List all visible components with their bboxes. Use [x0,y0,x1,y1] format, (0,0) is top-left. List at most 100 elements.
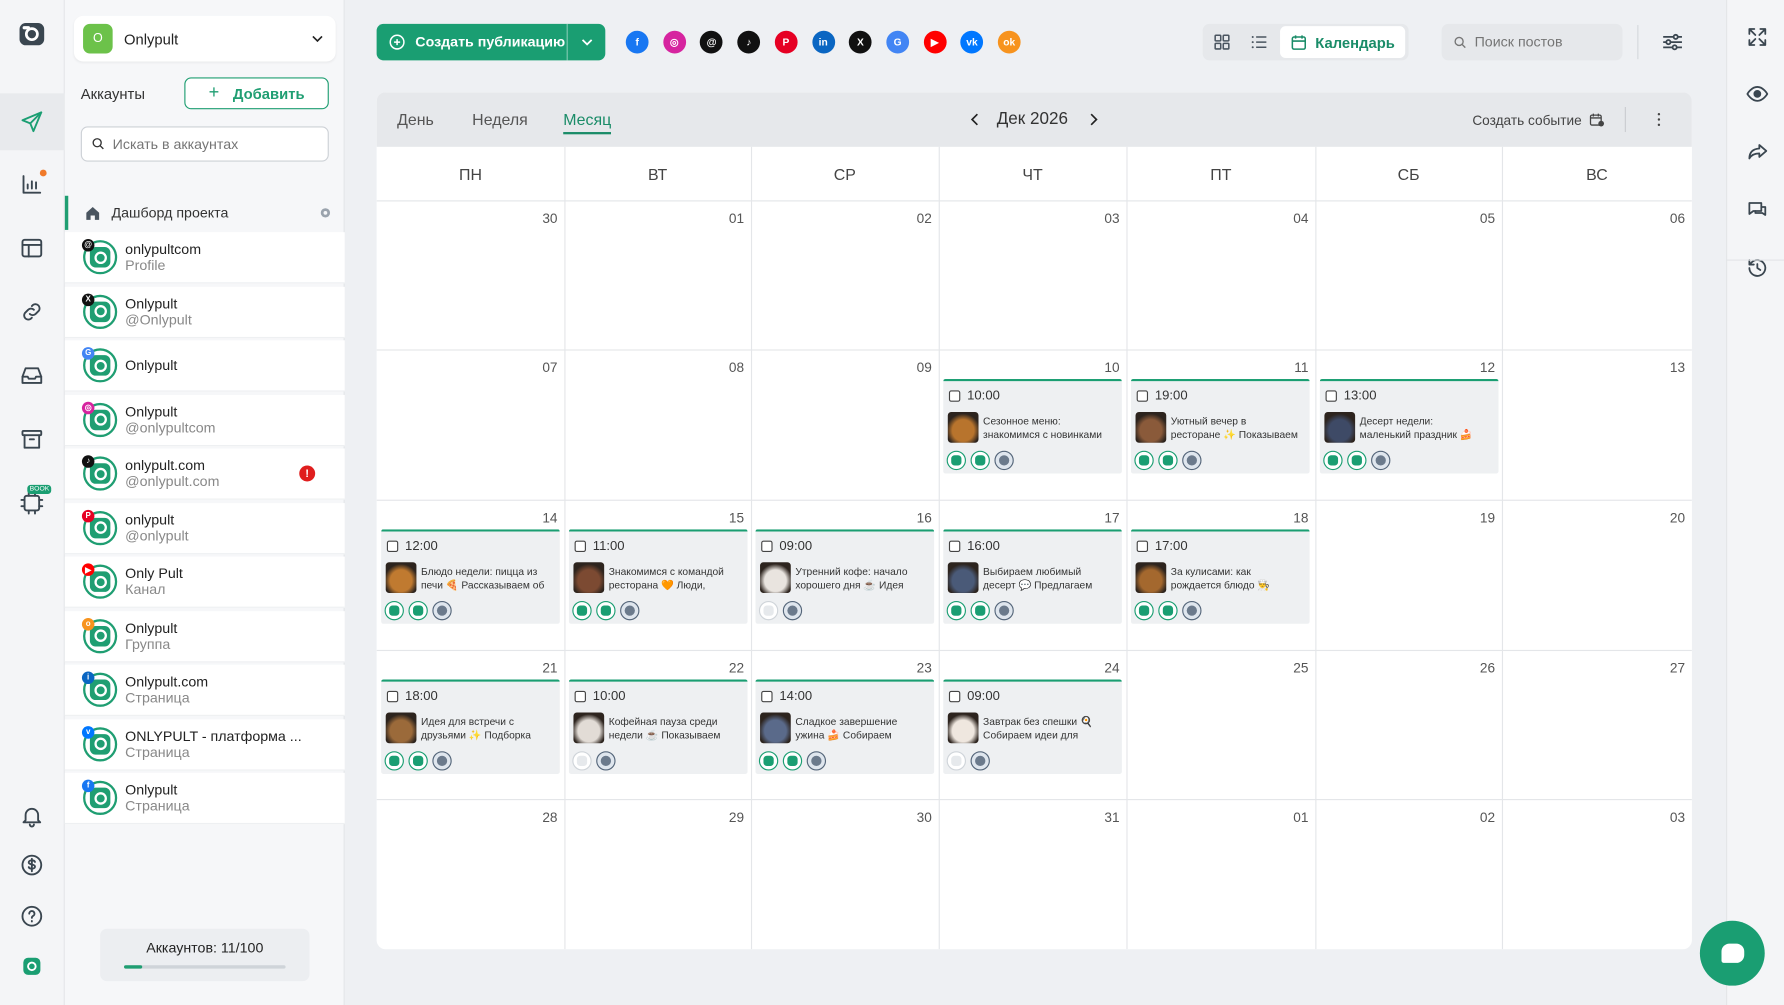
youtube-icon[interactable]: ▶ [923,30,947,54]
expand-icon[interactable] [1742,22,1772,52]
link-icon[interactable] [16,296,48,328]
bell-icon[interactable] [16,800,48,832]
share-icon[interactable] [1742,137,1772,167]
post-card[interactable]: 16:00 Выбираем любимый десерт 💬 Предлагае… [943,529,1122,624]
post-card[interactable]: 09:00 Завтрак без спешки 🍳 Собираем идеи … [943,679,1122,774]
post-account-icons [946,600,1014,621]
layout-icon[interactable] [16,232,48,264]
create-event-button[interactable]: Создать событие [1472,112,1605,129]
account-search-input[interactable] [112,136,318,152]
post-checkbox[interactable] [761,540,773,553]
chevron-down-icon [581,39,592,46]
x-icon[interactable]: X [849,30,872,54]
post-checkbox[interactable] [574,540,586,553]
post-account-icons [572,751,616,771]
help-icon[interactable] [16,900,48,932]
list-view-icon[interactable] [1249,32,1269,52]
post-card[interactable]: 10:00 Сезонное меню: знакомимся с новинка… [943,379,1122,474]
account-warning-icon[interactable]: ! [299,465,316,482]
more-vertical-icon[interactable] [1650,110,1668,128]
post-card[interactable]: 14:00 Сладкое завершение ужина 🍰 Собираем… [755,679,935,774]
calendar-view-button[interactable]: Календарь [1280,26,1406,59]
post-checkbox[interactable] [1325,390,1337,402]
stats-icon[interactable] [16,168,48,200]
post-checkbox[interactable] [761,690,773,703]
post-checkbox[interactable] [1136,540,1149,553]
post-checkbox[interactable] [1136,390,1149,402]
account-item[interactable]: ▶ Only Pult Канал [64,556,345,608]
inbox-icon[interactable] [16,360,48,392]
post-checkbox[interactable] [386,690,399,703]
account-item[interactable]: @ onlypultcom Profile [64,232,345,284]
post-card[interactable]: 10:00 Кофейная пауза среди недели ☕ Показ… [568,679,748,774]
account-owl-icon [1182,450,1202,471]
post-card[interactable]: 19:00 Уютный вечер в ресторане ✨ Показыва… [1130,379,1310,474]
post-search-input[interactable] [1474,34,1617,51]
prev-month-chevron-icon[interactable] [966,110,984,128]
day-number: 09 [916,359,932,376]
account-item[interactable]: i Onlypult.com Страница [64,664,345,716]
account-item[interactable]: Ponlypult @onlypult [64,502,345,554]
post-card[interactable]: 12:00 Блюдо недели: пицца из печи 🍕 Расск… [381,529,560,624]
account-item[interactable]: v ONLYPULT - платформа ... Страница [64,718,345,770]
post-checkbox[interactable] [948,390,961,402]
threads-icon[interactable]: @ [700,30,723,54]
right-rail-divider [1726,259,1784,261]
calendar-view-label: Календарь [1315,33,1395,51]
account-item[interactable]: f Onlypult Страница [64,772,345,825]
vk-icon[interactable]: vk [960,30,984,54]
eye-icon[interactable] [1742,79,1772,109]
ok-icon[interactable]: ok [997,30,1021,54]
tab-month[interactable]: Месяц [563,110,612,135]
account-item[interactable]: ◎ Onlypult @onlypultcom [64,394,345,446]
post-card[interactable]: 17:00 За кулисами: как рождается блюдо 👨‍… [1130,529,1310,624]
post-card[interactable]: 18:00 Идея для встречи с друзьями ✨ Подбо… [381,679,560,774]
account-item[interactable]: ♪ onlypult.com @onlypult.com! [64,448,345,500]
grid-view-icon[interactable] [1212,32,1232,52]
support-chat-button[interactable] [1699,920,1765,986]
gear-icon[interactable] [317,205,333,221]
archive-icon[interactable] [16,423,48,455]
send-icon[interactable] [16,106,48,138]
account-onlypult-icon [946,600,966,621]
google-icon[interactable]: G [886,30,909,54]
post-card[interactable]: 09:00 Утренний кофе: начало хорошего дня … [755,529,935,624]
pinterest-icon[interactable]: P [774,30,798,54]
account-item[interactable]: o Onlypult Группа [64,610,345,662]
post-card[interactable]: 11:00 Знакомимся с командой ресторана 🧡 Л… [568,529,748,624]
comments-icon[interactable] [1742,195,1772,225]
account-owl-icon [806,751,827,771]
create-post-button[interactable]: Создать публикацию [377,23,568,61]
project-avatar: O [83,23,113,54]
history-icon[interactable] [1742,253,1772,283]
create-post-dropdown[interactable] [568,33,606,51]
app-logo-icon[interactable] [16,18,48,50]
google-icon: G [81,347,95,360]
account-item[interactable]: X Onlypult @Onlypult [64,286,345,338]
project-dashboard-link[interactable]: Дашборд проекта [64,195,345,230]
post-time: 17:00 [1154,539,1188,554]
tab-day[interactable]: День [397,110,434,128]
next-month-chevron-icon[interactable] [1084,110,1102,128]
tab-week[interactable]: Неделя [472,110,528,128]
facebook-icon[interactable]: f [625,30,649,54]
account-item[interactable]: G Onlypult [64,340,345,392]
project-selector[interactable]: O Onlypult [73,15,336,62]
add-account-button[interactable]: + Добавить [184,77,329,110]
billing-dollar-icon[interactable] [16,849,48,881]
post-checkbox[interactable] [948,540,961,553]
post-checkbox[interactable] [948,690,961,703]
onlypult-app-icon[interactable] [16,950,48,982]
post-card[interactable]: 13:00 Десерт недели: маленький праздник 🍰… [1319,379,1499,474]
post-time: 10:00 [592,689,626,704]
tiktok-icon[interactable]: ♪ [737,30,761,54]
instagram-icon[interactable]: ◎ [662,30,686,54]
post-checkbox[interactable] [386,540,399,553]
account-name: onlypultcom [125,241,202,258]
linkedin-icon[interactable]: in [811,30,835,54]
post-checkbox[interactable] [574,690,586,703]
ai-icon[interactable]: BOOK [16,484,52,519]
account-handle: @onlypult [125,527,189,544]
filter-sliders-icon[interactable] [1660,30,1685,55]
account-handle: @onlypult.com [125,473,220,490]
